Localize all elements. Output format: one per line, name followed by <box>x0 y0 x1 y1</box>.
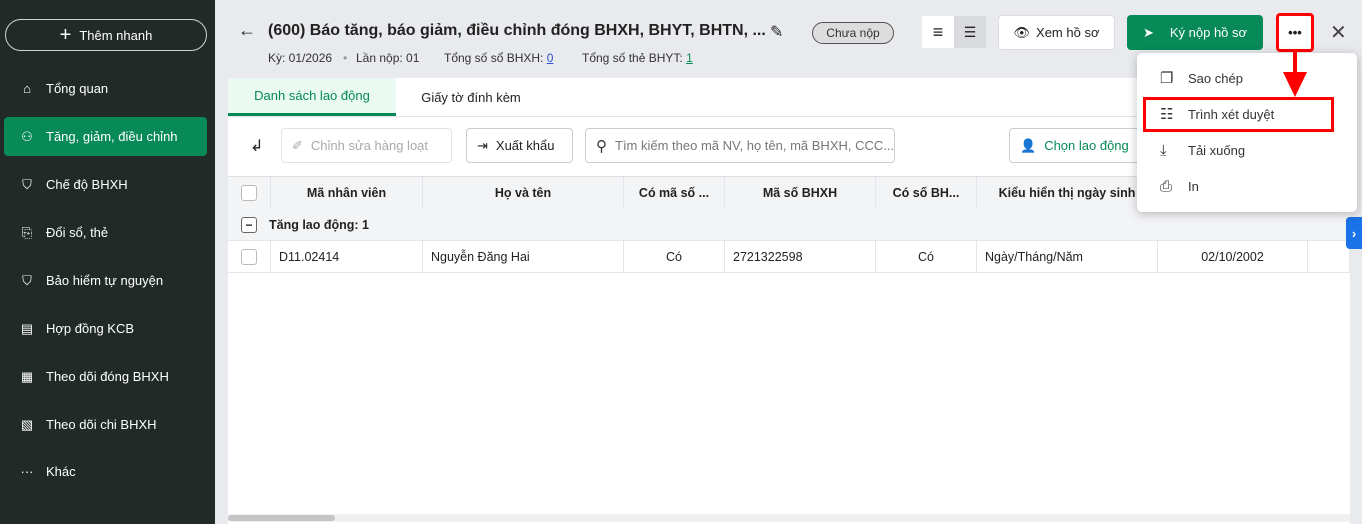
sidebar-item-7[interactable]: ▧ Theo dõi chi BHXH <box>4 405 207 444</box>
shield-heart-icon: ⛉ <box>22 272 32 288</box>
eye-icon: 👁 <box>1013 24 1031 40</box>
copy-icon: ❐ <box>1160 70 1174 87</box>
edit-pencil-icon[interactable]: ✎ <box>770 22 783 42</box>
group-row: − Tăng lao động: 1 <box>228 209 1350 241</box>
status-badge: Chưa nộp <box>812 22 894 44</box>
edit-icon: ✐ <box>292 137 303 153</box>
table-cell: D11.02414 <box>271 241 423 273</box>
sidebar-item-4[interactable]: ⛉ Bảo hiểm tự nguyện <box>4 261 207 300</box>
table-cell: 02/10/2002 <box>1158 241 1308 273</box>
copy-icon: ⎘ <box>21 224 33 240</box>
page-title: (600) Báo tăng, báo giảm, điều chỉnh đón… <box>268 22 766 39</box>
user-up-icon: ⚇ <box>21 128 33 144</box>
print-icon: ⎙ <box>1160 177 1173 195</box>
more-icon: ··· <box>20 464 34 479</box>
shield-icon: ⛉ <box>22 176 32 192</box>
table-cell: Kiểu hiển thị ngày sinh <box>977 177 1158 209</box>
sidebar-item-0[interactable]: ⌂ Tổng quan <box>4 69 207 108</box>
sidebar-item-1[interactable]: ⚇ Tăng, giảm, điều chỉnh <box>4 117 207 156</box>
more-options-button[interactable]: ••• <box>1276 13 1314 52</box>
choose-employee-button[interactable]: 👤 Chọn lao động <box>1009 128 1149 163</box>
collapse-arrow-icon[interactable]: ↲ <box>250 136 263 156</box>
sidebar-item-6[interactable]: ▦ Theo dõi đóng BHXH <box>4 357 207 396</box>
sidebar-item-2[interactable]: ⛉ Chế độ BHXH <box>4 165 207 204</box>
table-cell: 2721322598 <box>725 241 876 273</box>
table-cell: Mã số BHXH <box>725 177 876 209</box>
tab-attachments[interactable]: Giấy tờ đính kèm <box>396 78 546 116</box>
table-cell: Có mã số ... <box>624 177 725 209</box>
send-icon: ➤ <box>1142 24 1154 40</box>
expand-panel-icon[interactable]: › <box>1346 217 1362 249</box>
contract-icon: ▤ <box>20 320 34 336</box>
horizontal-scrollbar[interactable] <box>228 514 1350 522</box>
home-icon: ⌂ <box>23 81 31 96</box>
download-icon: ⤓ <box>1160 141 1167 159</box>
row-checkbox[interactable] <box>241 185 257 201</box>
table-cell: Mã nhân viên <box>271 177 423 209</box>
annotation-arrowhead <box>1283 72 1307 97</box>
tab-employee-list[interactable]: Danh sách lao động <box>228 78 396 116</box>
checklist-icon: ☷ <box>1160 106 1174 123</box>
table-cell: Có <box>624 241 725 273</box>
annotation-arrow <box>1293 52 1297 74</box>
bulk-edit-button[interactable]: ✐ Chỉnh sửa hàng loạt <box>281 128 452 163</box>
sidebar-item-3[interactable]: ⎘ Đổi sổ, thẻ <box>4 213 207 252</box>
back-arrow-icon[interactable]: ← <box>238 20 256 41</box>
row-checkbox[interactable] <box>241 249 257 265</box>
search-input[interactable]: ⚲ Tìm kiếm theo mã NV, họ tên, mã BHXH, C… <box>585 128 895 163</box>
menu-item-2[interactable]: ⤓ Tải xuống <box>1160 138 1245 162</box>
list-view-icon[interactable]: ≡ <box>922 16 954 48</box>
menu-item-3[interactable]: ⎙ In <box>1160 174 1199 198</box>
doc-icon: ▧ <box>20 416 34 432</box>
total-cards-link[interactable]: 1 <box>686 51 693 65</box>
table-cell: Ngày/Tháng/Năm <box>977 241 1158 273</box>
close-icon[interactable]: ✕ <box>1330 20 1347 45</box>
table-row: D11.02414 Nguyễn Đăng Hai Có 2721322598 Có Ng… <box>228 241 1350 273</box>
table-cell: Có <box>876 241 977 273</box>
submit-count: Lần nộp: 01 <box>356 51 420 65</box>
search-icon: ⚲ <box>596 137 607 155</box>
total-books-link[interactable]: 0 <box>547 51 554 65</box>
c12-icon: ▦ <box>20 368 34 384</box>
menu-item-1[interactable]: ☷ Trình xét duyệt <box>1160 102 1274 126</box>
sidebar-item-8[interactable]: ··· Khác <box>4 452 207 491</box>
view-file-button[interactable]: 👁 Xem hồ sơ <box>998 15 1115 50</box>
split-view-icon[interactable]: ☰ <box>954 16 986 48</box>
table-cell: Nguyễn Đăng Hai <box>423 241 624 273</box>
sidebar: + Thêm nhanh ⌂ Tổng quan ⚇ Tăng, giảm, điều … <box>0 0 215 524</box>
period: Kỳ: 01/2026 <box>268 51 333 65</box>
sign-submit-button[interactable]: ➤ Ký nộp hồ sơ <box>1127 15 1263 50</box>
export-icon: ⇥ <box>477 137 488 153</box>
plus-icon: + <box>59 23 72 46</box>
quick-add-button[interactable]: + Thêm nhanh <box>5 19 207 51</box>
sidebar-item-5[interactable]: ▤ Hợp đồng KCB <box>4 309 207 348</box>
menu-item-0[interactable]: ❐ Sao chép <box>1160 66 1243 90</box>
export-button[interactable]: ⇥ Xuất khẩu <box>466 128 573 163</box>
user-check-icon: 👤 <box>1020 137 1037 153</box>
table-cell: Có số BH... <box>876 177 977 209</box>
collapse-group-icon[interactable]: − <box>241 216 257 233</box>
table-cell: Họ và tên <box>423 177 624 209</box>
